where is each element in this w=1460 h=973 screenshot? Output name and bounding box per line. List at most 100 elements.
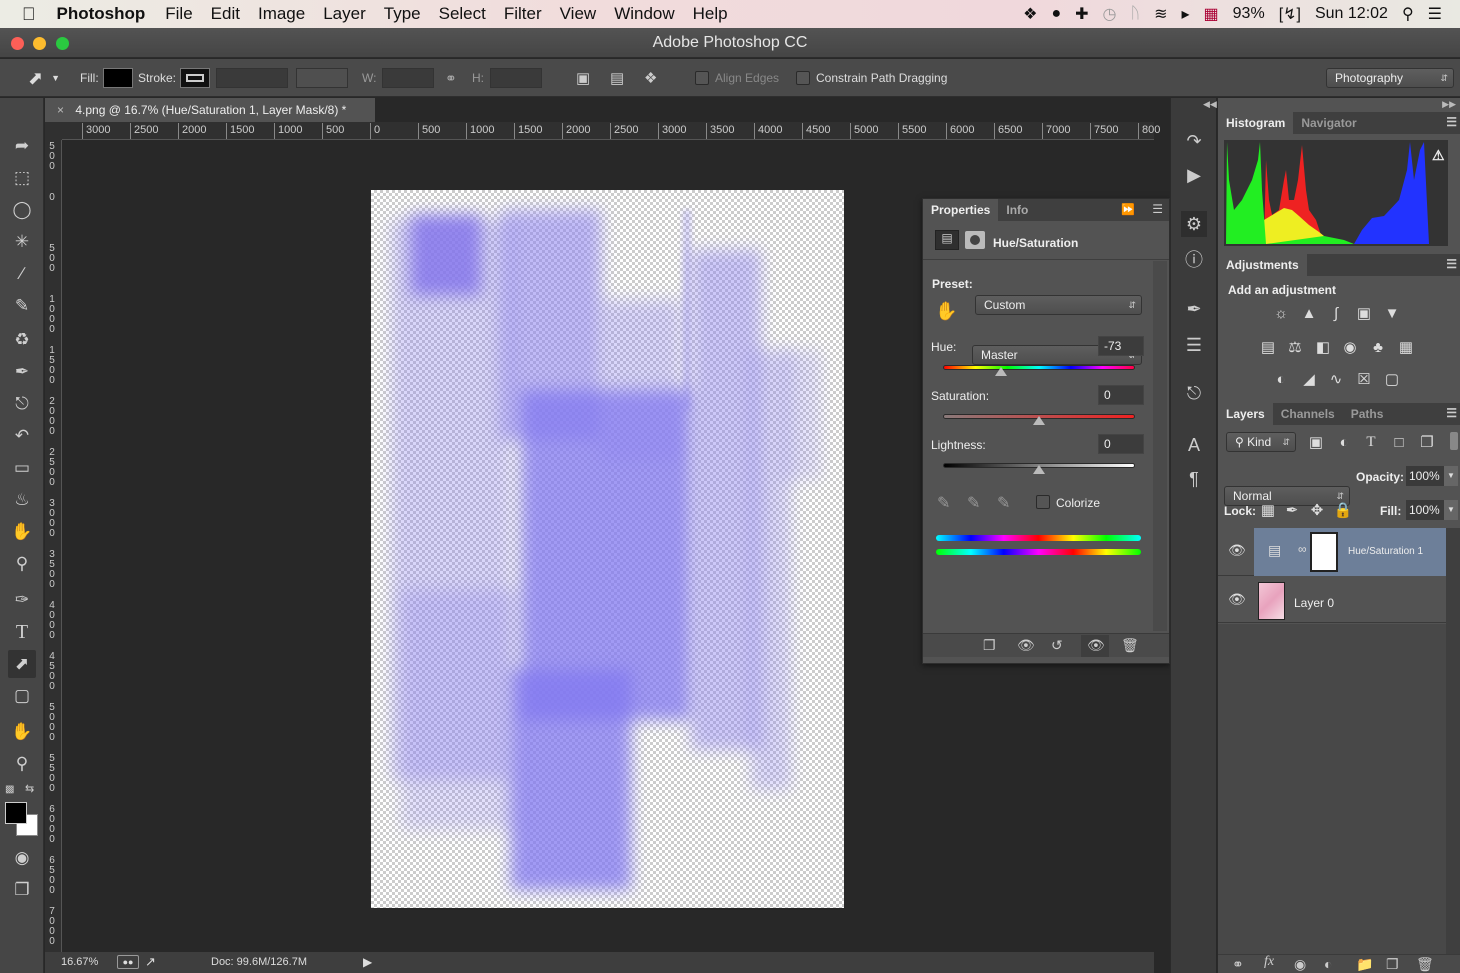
vibrance-icon[interactable]: ▼ — [1382, 304, 1402, 322]
path-selection-tool-preset-icon[interactable]: ⬈ ▼ — [28, 59, 60, 97]
new-group-icon[interactable]: 📁 — [1356, 956, 1373, 973]
color-balance-icon[interactable]: ⚖ — [1285, 338, 1305, 356]
layers-menu-icon[interactable]: ☰ — [1446, 406, 1457, 420]
hue-slider-thumb[interactable] — [994, 367, 1007, 376]
height-field[interactable] — [490, 68, 542, 88]
eyedropper-minus-icon[interactable]: ✎ — [997, 493, 1010, 513]
blur-tool-icon[interactable]: ✋ — [8, 518, 36, 546]
notification-center-icon[interactable]: ☰ — [1428, 4, 1442, 24]
fill-swatch[interactable] — [102, 68, 133, 88]
tab-info[interactable]: Info — [998, 199, 1036, 221]
add-mask-icon[interactable]: ◉ — [1294, 956, 1306, 973]
tab-histogram[interactable]: Histogram — [1218, 112, 1294, 134]
hue-saturation-icon[interactable]: ▤ — [1258, 338, 1278, 356]
battery-icon[interactable]: [↯] — [1279, 4, 1301, 24]
brush-panel-icon[interactable]: ☰ — [1181, 332, 1207, 358]
document-tab[interactable]: × 4.png @ 16.7% (Hue/Saturation 1, Layer… — [45, 98, 375, 122]
menu-filter[interactable]: Filter — [495, 4, 551, 24]
gpu-status-icon[interactable]: ●● — [117, 955, 139, 969]
lock-transparent-icon[interactable]: ▦ — [1258, 501, 1278, 519]
saturation-field[interactable]: 0 — [1098, 385, 1144, 405]
filter-type-icon[interactable]: T — [1361, 433, 1381, 451]
targeted-adjustment-hand-icon[interactable]: ✋ — [935, 301, 957, 322]
channel-mixer-icon[interactable]: ♣ — [1368, 338, 1388, 356]
panel-menu-icon[interactable]: ☰ — [1152, 202, 1163, 216]
saturation-slider-thumb[interactable] — [1033, 416, 1045, 425]
share-icon[interactable]: ↗ — [145, 954, 156, 970]
telegram-icon[interactable]: ● — [1051, 5, 1061, 23]
zoom-tool-icon[interactable]: ⚲ — [8, 750, 36, 778]
link-dimensions-icon[interactable]: ⚭ — [445, 59, 457, 97]
filter-toggle[interactable] — [1450, 432, 1458, 450]
info-panel-icon[interactable]: ⓘ — [1181, 246, 1207, 272]
quick-mask-icon[interactable]: ◉ — [8, 844, 36, 872]
menu-app[interactable]: Photoshop — [48, 4, 157, 24]
hue-slider[interactable] — [943, 365, 1135, 370]
width-field[interactable] — [382, 68, 435, 88]
layer-mask-thumbnail[interactable] — [1310, 532, 1338, 572]
rectangle-tool-icon[interactable]: ▢ — [8, 682, 36, 710]
tab-layers[interactable]: Layers — [1218, 403, 1273, 425]
path-selection-tool-icon[interactable]: ⬈ — [8, 650, 36, 678]
uk-flag-icon[interactable]: ▦ — [1204, 4, 1219, 24]
layers-scrollbar[interactable] — [1446, 528, 1460, 954]
stroke-swatch[interactable] — [180, 68, 211, 88]
document-canvas[interactable] — [371, 190, 844, 908]
screen-mode-icon[interactable]: ❐ — [8, 876, 36, 904]
delete-layer-icon[interactable]: 🗑 — [1416, 956, 1434, 973]
expand-dock-icon[interactable]: ◀◀ — [1203, 99, 1217, 110]
close-document-icon[interactable]: × — [57, 103, 64, 117]
clip-to-layer-icon[interactable]: ❐ — [983, 637, 996, 654]
eraser-tool-icon[interactable]: ▭ — [8, 454, 36, 482]
preset-dropdown[interactable]: Custom ⇵ — [975, 295, 1142, 315]
lightness-field[interactable]: 0 — [1098, 434, 1144, 454]
adjustments-menu-icon[interactable]: ☰ — [1446, 257, 1457, 271]
dodge-tool-icon[interactable]: ⚲ — [8, 550, 36, 578]
path-alignment-icon[interactable]: ▤ — [610, 59, 624, 97]
menu-layer[interactable]: Layer — [314, 4, 375, 24]
vertical-ruler[interactable]: 5 0 0 0 5 0 0 1 0 0 0 1 5 0 0 2 0 0 0 2 5 0 0 3… — [45, 140, 62, 952]
horizontal-ruler[interactable]: 3000 2500 2000 1500 1000 500 0 500 1000 1500 2000 2… — [62, 122, 1160, 140]
bluetooth-icon[interactable]: ᚢ — [1130, 5, 1140, 23]
delete-adjustment-icon[interactable]: 🗑 — [1121, 637, 1139, 654]
collapse-panel-icon[interactable]: ⏩ — [1121, 203, 1135, 216]
move-tool-icon[interactable]: ➦ — [8, 132, 36, 160]
clock[interactable]: Sun 12:02 — [1315, 5, 1388, 23]
layer-name[interactable]: Hue/Saturation 1 — [1348, 546, 1423, 557]
menu-edit[interactable]: Edit — [202, 4, 249, 24]
new-layer-icon[interactable]: ❐ — [1386, 956, 1399, 973]
visibility-eye-icon[interactable]: 👁 — [1228, 542, 1246, 559]
mask-icon[interactable] — [965, 231, 985, 249]
toggle-visibility-icon[interactable]: 👁 — [1087, 637, 1105, 654]
eyedropper-tool-icon[interactable]: ✎ — [8, 292, 36, 320]
properties-panel-icon[interactable]: ⚙ — [1181, 211, 1207, 237]
filter-shape-icon[interactable]: □ — [1389, 433, 1409, 451]
swap-colors-icon[interactable]: ⇆ — [25, 782, 34, 795]
adjustment-icon[interactable]: ▤ — [935, 230, 959, 250]
battery-text[interactable]: 93% — [1233, 5, 1265, 23]
layer-name[interactable]: Layer 0 — [1294, 596, 1334, 610]
filter-smart-object-icon[interactable]: ❐ — [1417, 433, 1437, 451]
opacity-field[interactable]: 100% — [1406, 466, 1444, 486]
lasso-tool-icon[interactable]: ◯ — [8, 196, 36, 224]
menu-help[interactable]: Help — [684, 4, 737, 24]
curves-icon[interactable]: ∫ — [1326, 304, 1346, 322]
brush-presets-icon[interactable]: ✒ — [1181, 296, 1207, 322]
lock-position-icon[interactable]: ✥ — [1307, 501, 1327, 519]
volume-icon[interactable]: ▸ — [1182, 4, 1190, 24]
levels-icon[interactable]: ▲ — [1299, 304, 1319, 322]
type-tool-icon[interactable]: T — [8, 618, 36, 646]
hue-field[interactable]: -73 — [1098, 336, 1144, 356]
lock-all-icon[interactable]: 🔒 — [1333, 501, 1353, 519]
properties-scrollbar[interactable] — [1153, 261, 1167, 631]
histogram-menu-icon[interactable]: ☰ — [1446, 115, 1457, 129]
photo-filter-icon[interactable]: ◉ — [1340, 338, 1360, 356]
colorize-checkbox[interactable] — [1036, 495, 1050, 509]
path-arrangement-icon[interactable]: ❖ — [644, 59, 657, 97]
reset-icon[interactable]: ↺ — [1051, 637, 1063, 654]
tab-properties[interactable]: Properties — [923, 199, 999, 221]
apple-menu-icon[interactable]:  — [0, 4, 48, 25]
foreground-color-swatch[interactable] — [5, 802, 27, 824]
brush-tool-icon[interactable]: ✒ — [8, 358, 36, 386]
menu-select[interactable]: Select — [430, 4, 495, 24]
